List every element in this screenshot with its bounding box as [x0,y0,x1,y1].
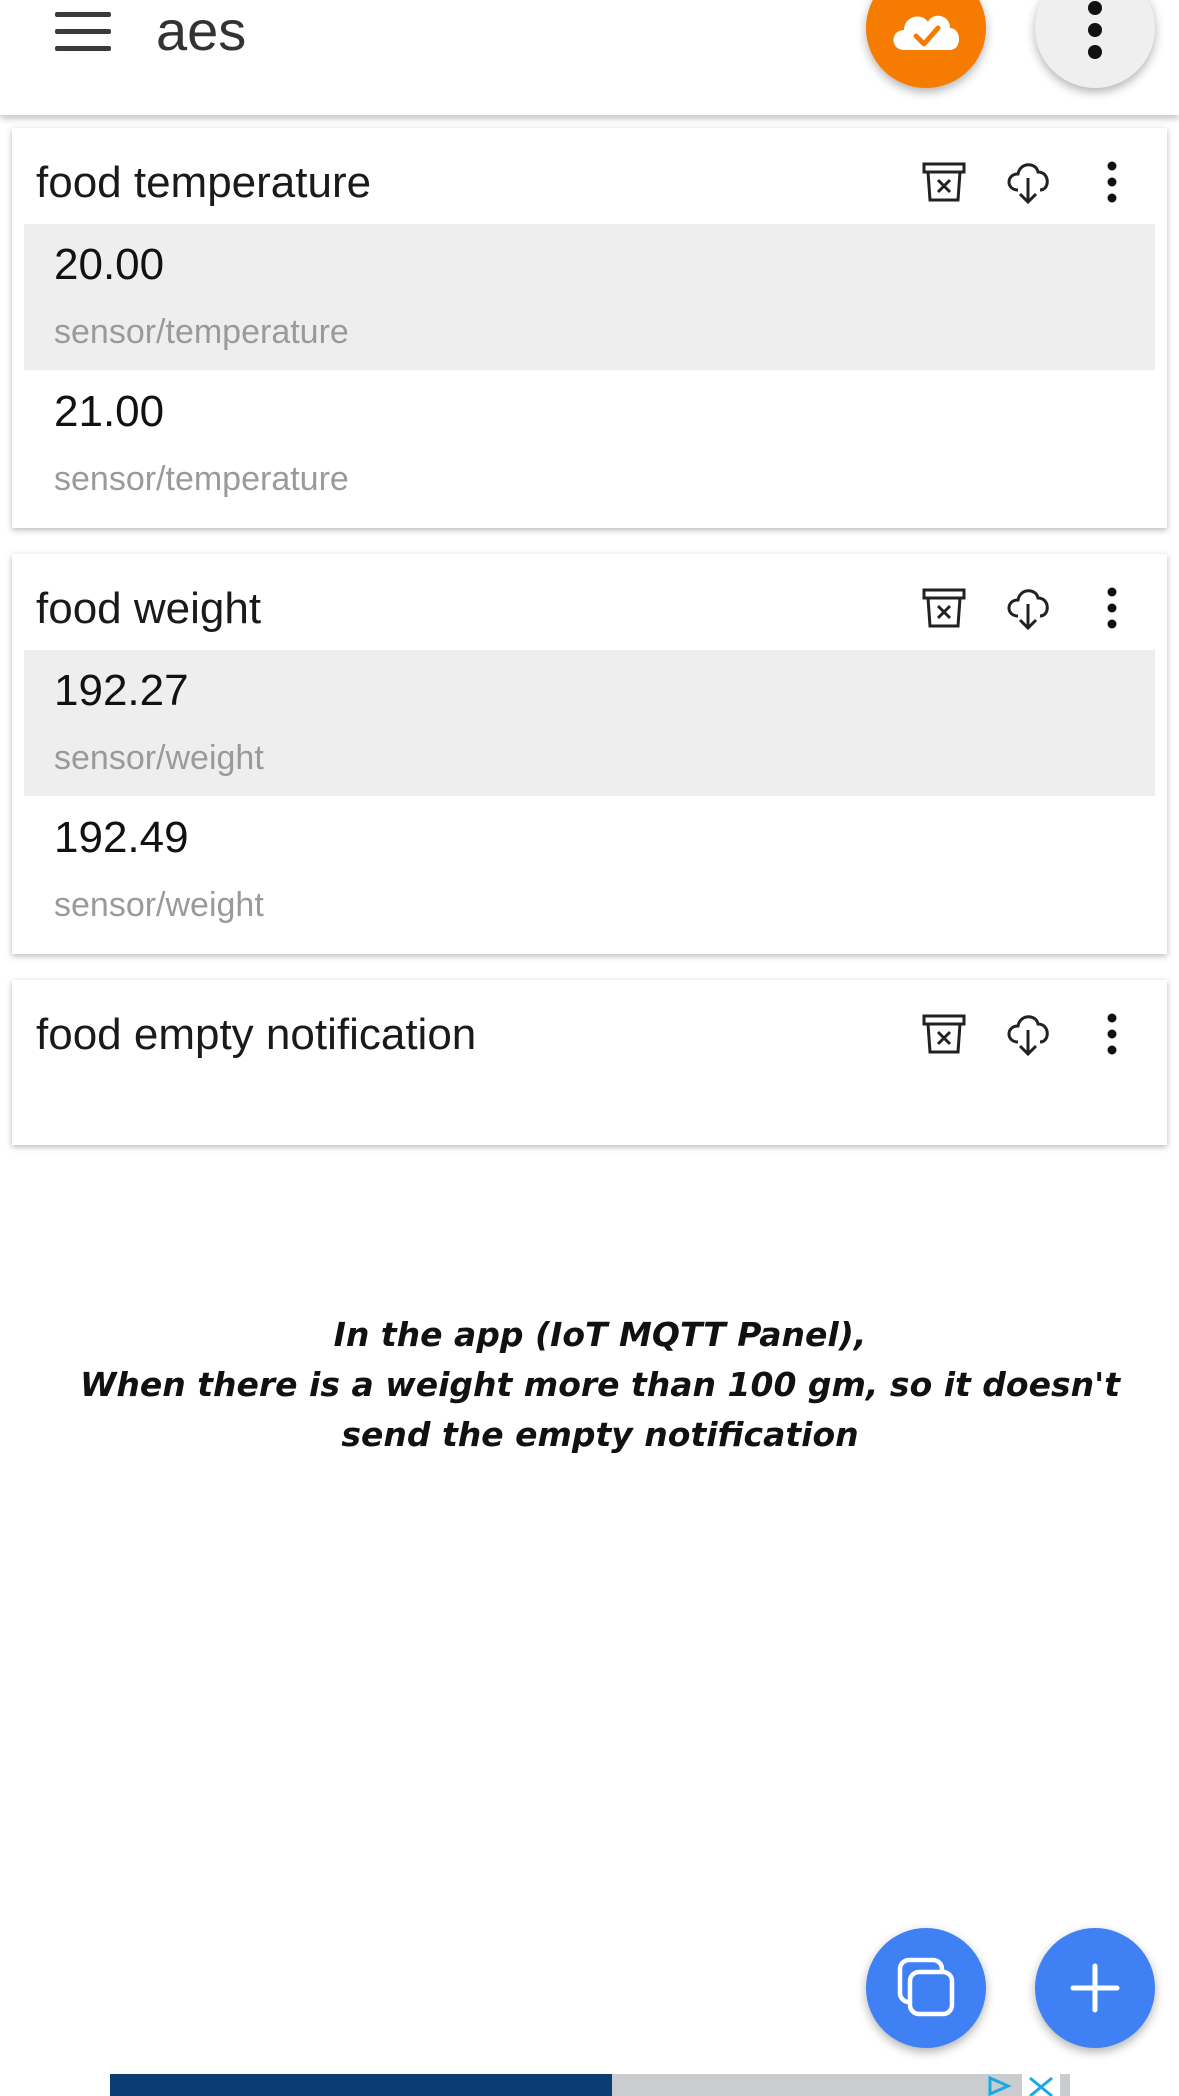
cloud-download-icon[interactable] [1002,156,1054,208]
message-topic: sensor/weight [54,739,264,777]
panel-title: food empty notification [36,1010,477,1059]
message-topic: sensor/temperature [54,313,349,351]
copy-icon [897,1957,955,2017]
message-row[interactable]: 21.00 sensor/temperature [24,371,1155,517]
more-vertical-icon [1088,1,1102,59]
cloud-check-icon [893,15,959,50]
note-line: send the empty notification [341,1415,859,1454]
message-value: 192.49 [54,813,189,862]
panel-food-weight: food weight 192.27 sensor/weight 192.49 … [12,554,1167,954]
duplicate-button[interactable] [866,1928,986,2048]
message-value: 20.00 [54,240,165,289]
panel-food-temperature: food temperature 20.00 sensor/temperatur… [12,128,1167,528]
cloud-download-icon[interactable] [1002,582,1054,634]
ad-choices-icon[interactable] [982,2074,1016,2096]
message-topic: sensor/temperature [54,460,349,498]
archive-delete-icon[interactable] [918,582,970,634]
panel-title: food weight [36,584,262,633]
message-topic: sensor/weight [54,886,264,924]
overflow-menu-button[interactable] [1035,0,1155,88]
close-icon[interactable] [1020,2074,1062,2096]
more-vertical-icon[interactable] [1086,582,1138,634]
app-bar: aes [0,0,1179,115]
dashboard-title: aes [156,0,247,62]
plus-icon [1070,1963,1120,2013]
message-row[interactable]: 20.00 sensor/temperature [24,224,1155,370]
ad-banner[interactable] [110,2074,1070,2096]
archive-delete-icon[interactable] [918,156,970,208]
message-value: 21.00 [54,387,165,436]
panel-food-empty-notification: food empty notification [12,980,1167,1145]
more-vertical-icon[interactable] [1086,156,1138,208]
panel-title: food temperature [36,158,372,207]
hamburger-menu-icon[interactable] [55,12,111,52]
ad-banner-image [612,2074,1070,2096]
message-row[interactable]: 192.27 sensor/weight [24,650,1155,796]
annotation-note: In the app (IoT MQTT Panel), When there … [60,1310,1140,1460]
note-line: When there is a weight more than 100 gm,… [80,1365,1120,1404]
ad-banner-left [110,2074,612,2096]
add-panel-button[interactable] [1035,1928,1155,2048]
more-vertical-icon[interactable] [1086,1008,1138,1060]
note-line: In the app (IoT MQTT Panel), [333,1315,867,1354]
connection-status-button[interactable] [866,0,986,88]
message-value: 192.27 [54,666,189,715]
message-row[interactable]: 192.49 sensor/weight [24,797,1155,943]
archive-delete-icon[interactable] [918,1008,970,1060]
cloud-download-icon[interactable] [1002,1008,1054,1060]
